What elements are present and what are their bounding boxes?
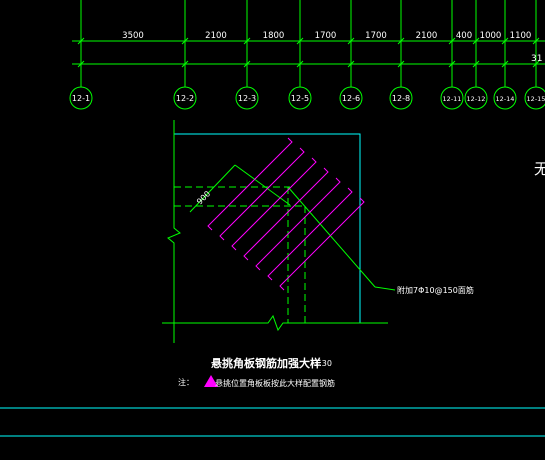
axis-bubble-label: 12-3: [238, 94, 256, 103]
leader-line: [374, 286, 396, 291]
left-edge-line: [167, 120, 181, 343]
rebar-hatch-line: [255, 177, 341, 271]
rebar-hatch-line: [219, 147, 305, 241]
axis-bubble-label: 12-12: [467, 95, 486, 103]
right-edge-fragment: 无: [534, 160, 545, 178]
note-prefix: 注：: [178, 377, 194, 387]
slab-outline: [174, 133, 361, 323]
dimension-texts: 3500 2100 1800 1700 1700 2100 400 1000 1100: [122, 31, 531, 41]
rebar-hatching: [207, 137, 365, 291]
rebar-hatch-line: [243, 167, 329, 261]
dimension-text: 400: [456, 31, 472, 41]
detail-scale: 1:30: [314, 359, 332, 368]
rebar-note: 附加7Φ10@150面筋: [397, 285, 474, 295]
axis-bubble-label: 12-8: [392, 94, 410, 103]
corner-diagonal: [287, 186, 376, 288]
axis-bubble-label: 12-15: [527, 95, 545, 103]
axis-bubbles[interactable]: 12-1 12-2 12-3 12-5 12-6 12-8 12-11 12-12 12-14 1…: [69, 86, 545, 110]
diagonal-dim-line: [189, 164, 236, 213]
axis-bubble-label: 12-6: [342, 94, 360, 103]
dimension-text: 1700: [315, 31, 337, 41]
note-text: 悬挑位置角板板按此大样配置钢筋: [215, 378, 335, 388]
dimension-text: 1100: [510, 31, 532, 41]
cad-drawing-canvas: 3500 2100 1800 1700 1700 2100 400 1000 1100 12-1…: [0, 0, 545, 437]
dimension-text: 1700: [365, 31, 387, 41]
dimension-text: 1000: [480, 31, 502, 41]
dimension-text: 3500: [122, 31, 144, 41]
dimension-text: 1800: [263, 31, 285, 41]
axis-bubble-label: 12-1: [72, 94, 90, 103]
axis-bubble-label: 12-14: [496, 95, 515, 103]
axis-bubble-label: 12-2: [176, 94, 194, 103]
axis-gridlines: [77, 0, 540, 87]
rebar-hatch-line: [279, 197, 365, 291]
bottom-edge-line: [162, 314, 388, 332]
detail-title: 悬挑角板钢筋加强大样: [210, 356, 321, 370]
axis-bubble-label: 12-5: [291, 94, 309, 103]
detail-drawing: 900 附加7Φ10@150面筋: [162, 120, 474, 343]
rebar-hatch-line: [267, 187, 353, 281]
axis-bubble-label: 12-11: [443, 95, 462, 103]
dimension-text: 2100: [416, 31, 438, 41]
dimension-text: 2100: [205, 31, 227, 41]
rebar-hatch-line: [207, 137, 293, 231]
dimension-second-row-fragment: 31: [531, 54, 542, 64]
